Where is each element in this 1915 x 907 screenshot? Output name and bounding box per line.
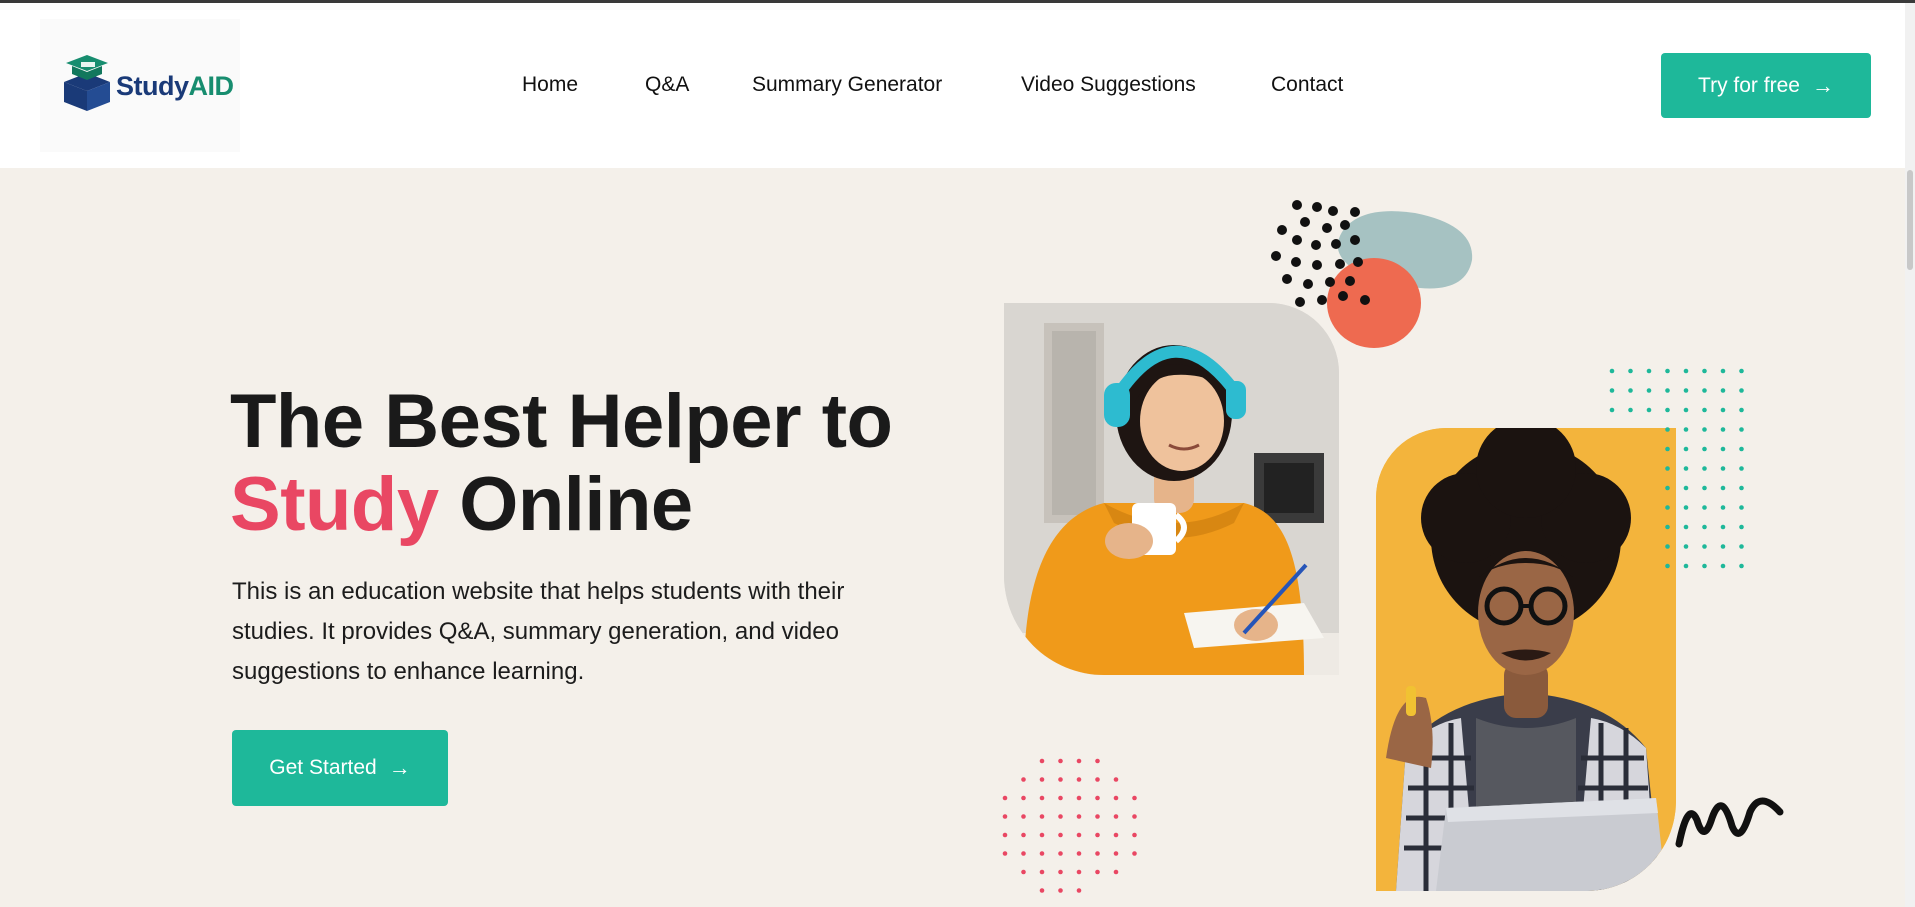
student-photo-headphones (1004, 303, 1339, 675)
get-started-label: Get Started (269, 756, 377, 779)
hero-title-rest: Online (438, 462, 693, 547)
squiggle-icon (1675, 797, 1784, 848)
nav-item-home[interactable]: Home (522, 73, 578, 97)
logo-text-aid: AID (188, 71, 235, 101)
pink-dot-grid-icon (1002, 758, 1137, 893)
sage-blob-icon (1337, 211, 1473, 289)
site-header: StudyAID Home Q&A Summary Generator Vide… (0, 3, 1905, 168)
student-glasses-illustration (1376, 428, 1676, 891)
nav-item-summary-generator[interactable]: Summary Generator (752, 73, 942, 97)
nav-item-qa[interactable]: Q&A (645, 73, 689, 97)
graduation-cube-icon (64, 55, 110, 111)
scrollbar-track[interactable] (1905, 3, 1915, 907)
nav-item-video-suggestions[interactable]: Video Suggestions (1021, 73, 1196, 97)
scrollbar-thumb[interactable] (1907, 170, 1913, 270)
logo-text-study: Study (116, 71, 189, 101)
hero-title-accent: Study (230, 462, 439, 547)
black-dot-cluster-icon (1271, 200, 1370, 307)
arrow-right-icon: → (1811, 72, 1834, 98)
arrow-right-icon: → (388, 755, 411, 780)
coral-blob-icon (1327, 258, 1421, 348)
hero-title-line1: The Best Helper to (230, 379, 893, 464)
get-started-button[interactable]: Get Started → (232, 730, 448, 806)
nav-item-contact[interactable]: Contact (1271, 73, 1343, 97)
logo[interactable]: StudyAID (40, 19, 240, 152)
try-for-free-button[interactable]: Try for free → (1661, 53, 1871, 118)
try-for-free-label: Try for free (1698, 73, 1800, 97)
hero-title: The Best Helper to Study Online (230, 379, 893, 547)
student-headphones-illustration (1004, 303, 1339, 675)
student-photo-glasses (1376, 428, 1676, 891)
logo-wordmark: StudyAID (116, 71, 234, 102)
hero-description: This is an education website that helps … (232, 578, 845, 685)
